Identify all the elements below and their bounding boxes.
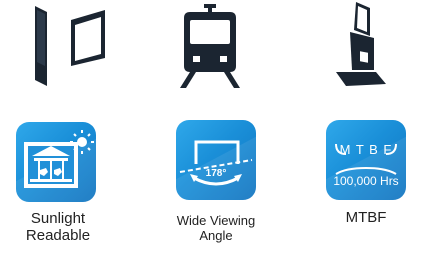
viewing-angle-icon [179, 140, 253, 186]
mtbf-label: MTBF [345, 209, 387, 226]
mtbf-tile: M T B F 100,000 Hrs [326, 120, 406, 200]
wide-viewing-angle-tile: 178° [176, 120, 256, 200]
wide-viewing-angle-label: Wide Viewing Angle [156, 213, 276, 244]
sunlight-readable-tile [16, 122, 96, 202]
viewing-angle-value: 178° [205, 168, 227, 179]
kiosk-icon [336, 2, 386, 86]
sunlight-readable-label: Sunlight Readable [8, 210, 108, 245]
mtbf-badge-text: M T B F [339, 142, 393, 157]
mtbf-badge-icon [335, 143, 397, 175]
standing-display-icon [35, 6, 105, 86]
sunlight-title-line1: Sunlight [30, 210, 86, 227]
sunlight-title-line2: Readable [25, 227, 91, 245]
viewing-title-line2: Angle [199, 227, 233, 243]
sunlit-carousel-screen-icon [24, 130, 94, 188]
train-front-icon [180, 4, 240, 88]
viewing-title-line1: Wide Viewing [176, 213, 256, 228]
mtbf-hours-value: 100,000 Hrs [333, 174, 399, 188]
